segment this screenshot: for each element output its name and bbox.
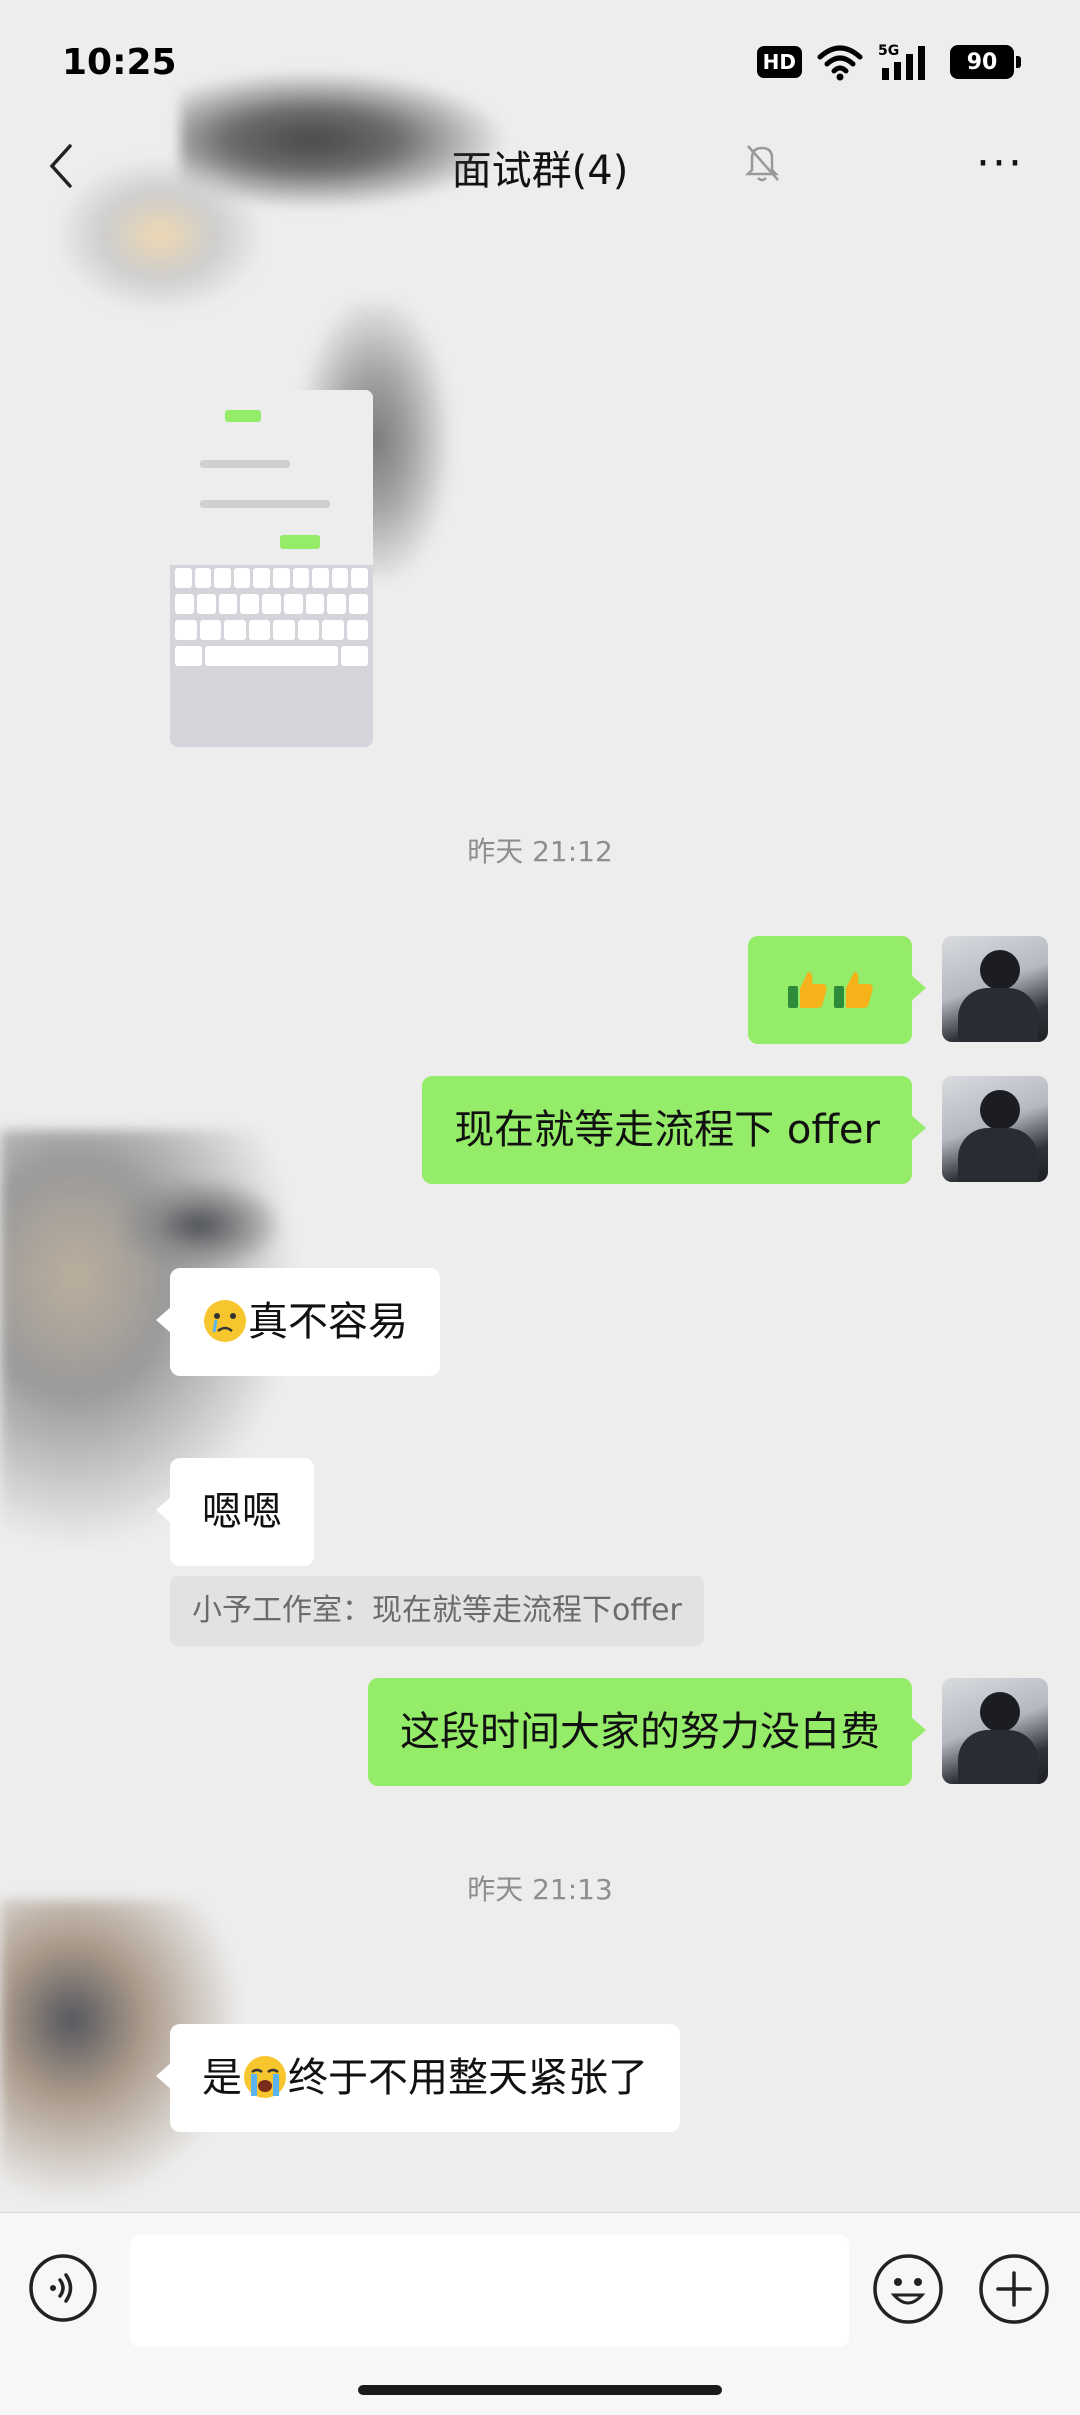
network-type-label: 5G xyxy=(878,43,899,59)
quoted-reply[interactable]: 小予工作室：现在就等走流程下offer xyxy=(170,1576,704,1646)
avatar[interactable] xyxy=(942,1076,1048,1182)
status-icons: HD 5G 90 xyxy=(756,42,1021,82)
status-time: 10:25 xyxy=(62,42,177,83)
message-text: 是 xyxy=(202,2055,242,2101)
smiley-icon[interactable] xyxy=(872,2253,944,2325)
thumbs-up-icon xyxy=(834,972,873,1008)
thumbs-up-icon xyxy=(788,972,827,1008)
crying-face-icon xyxy=(204,1300,246,1342)
loudly-crying-face-icon xyxy=(244,2056,286,2098)
keyboard-thumbnail xyxy=(170,565,373,747)
avatar[interactable] xyxy=(942,936,1048,1042)
plus-circle-icon[interactable] xyxy=(978,2253,1050,2325)
message-text: 真不容易 xyxy=(248,1299,408,1345)
hd-badge: HD xyxy=(756,46,802,78)
battery-indicator: 90 xyxy=(950,45,1021,79)
input-bar xyxy=(0,2212,1080,2415)
message-bubble-outgoing[interactable]: 这段时间大家的努力没白费 xyxy=(368,1678,926,1786)
avatar[interactable] xyxy=(942,1678,1048,1784)
cellular-signal-icon: 5G xyxy=(878,43,925,80)
bell-muted-icon xyxy=(744,145,780,182)
message-bubble-incoming[interactable]: 嗯嗯 xyxy=(156,1458,314,1566)
message-bubble-outgoing[interactable]: 现在就等走流程下 offer xyxy=(422,1076,926,1184)
message-timestamp: 昨天 21:12 xyxy=(467,835,613,868)
message-bubble-outgoing[interactable] xyxy=(748,936,926,1044)
image-message-preview xyxy=(170,390,373,565)
message-text: 终于不用整天紧张了 xyxy=(288,2055,648,2101)
home-indicator[interactable] xyxy=(358,2385,722,2395)
message-bubble-incoming[interactable]: 真不容易 xyxy=(156,1268,440,1376)
wifi-icon xyxy=(817,45,863,81)
blurred-overlay xyxy=(120,1180,280,1270)
blurred-overlay xyxy=(60,160,260,310)
message-bubble-incoming[interactable]: 是 终于不用整天紧张了 xyxy=(156,2024,680,2132)
voice-icon[interactable] xyxy=(28,2253,98,2323)
more-dots-icon[interactable]: ··· xyxy=(970,138,1030,190)
image-message[interactable] xyxy=(170,390,373,747)
message-input[interactable] xyxy=(130,2235,849,2347)
